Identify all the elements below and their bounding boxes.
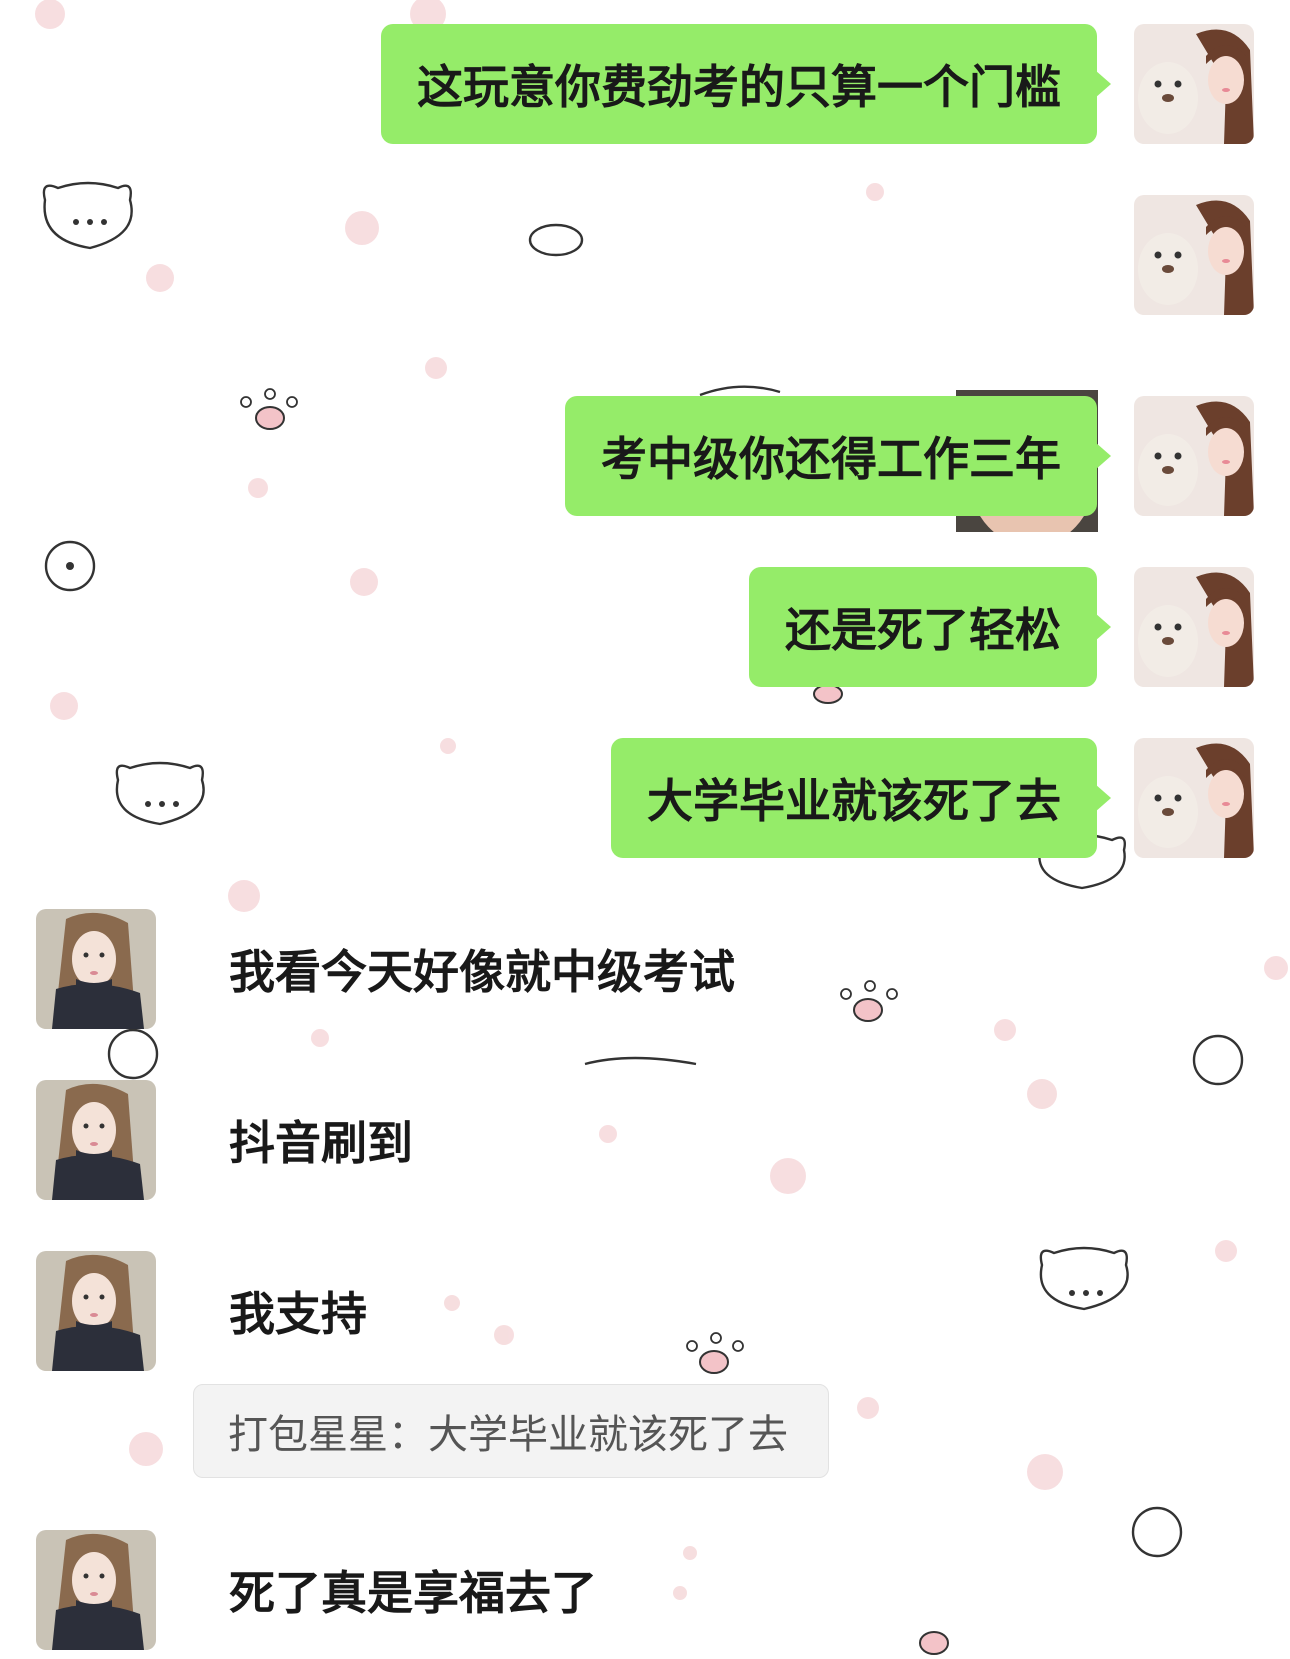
message-bubble-self[interactable]: 还是死了轻松 [749, 567, 1111, 687]
quoted-reply[interactable]: 打包星星：大学毕业就该死了去 [193, 1384, 829, 1478]
message-bubble-self[interactable]: 这玩意你费劲考的只算一个门槛 [381, 24, 1111, 144]
self-avatar[interactable] [1134, 24, 1254, 144]
self-avatar[interactable] [1134, 738, 1254, 858]
self-avatar[interactable] [1134, 396, 1254, 516]
contact-avatar[interactable] [36, 1251, 156, 1371]
self-avatar[interactable] [1134, 567, 1254, 687]
contact-avatar[interactable] [36, 1080, 156, 1200]
message-text-other[interactable]: 我看今天好像就中级考试 [229, 909, 735, 1029]
chat-view: 这玩意你费劲考的只算一个门槛 考中级你还得工作三年 还是死了轻松 大学毕业就该死… [0, 0, 1290, 1659]
self-avatar[interactable] [1134, 195, 1254, 315]
message-bubble-self[interactable]: 大学毕业就该死了去 [611, 738, 1111, 858]
contact-avatar[interactable] [36, 1530, 156, 1650]
message-text-other[interactable]: 抖音刷到 [229, 1080, 413, 1200]
message-text-other[interactable]: 我支持 [229, 1251, 367, 1371]
message-bubble-self[interactable]: 考中级你还得工作三年 [565, 396, 1111, 516]
contact-avatar[interactable] [36, 909, 156, 1029]
message-text-other[interactable]: 死了真是享福去了 [229, 1530, 597, 1650]
